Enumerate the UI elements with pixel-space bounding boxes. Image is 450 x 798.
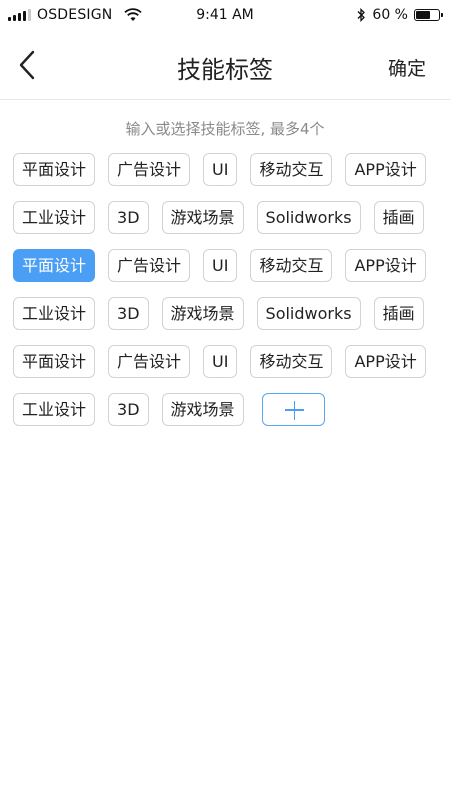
skill-tag[interactable]: 3D (108, 297, 149, 330)
battery-percent: 60 % (372, 7, 408, 23)
tag-row: 平面设计 广告设计 UI 移动交互 APP设计 (13, 249, 443, 282)
skill-tag[interactable]: APP设计 (345, 153, 426, 186)
page-title: 技能标签 (177, 56, 273, 84)
skill-tag[interactable]: UI (203, 153, 238, 186)
skill-tag[interactable]: 插画 (373, 297, 424, 330)
tag-row: 工业设计 3D 游戏场景 (13, 393, 443, 426)
skill-tag[interactable]: 3D (108, 393, 149, 426)
status-bar: OSDESIGN 9:41 AM 60 % (0, 0, 450, 32)
nav-bar: 技能标签 确定 (0, 32, 450, 100)
tag-row: 平面设计 广告设计 UI 移动交互 APP设计 (13, 345, 443, 378)
battery-icon (414, 9, 443, 21)
skill-tag[interactable]: UI (203, 249, 238, 282)
skill-tag[interactable]: 移动交互 (250, 345, 333, 378)
skill-tag[interactable]: 移动交互 (250, 153, 333, 186)
tag-row: 工业设计 3D 游戏场景 Solidworks 插画 (13, 201, 443, 234)
confirm-button[interactable]: 确定 (388, 54, 426, 81)
skill-tag[interactable]: 3D (108, 201, 149, 234)
tag-list: 平面设计 广告设计 UI 移动交互 APP设计 工业设计 3D 游戏场景 Solidworks 插… (13, 153, 443, 441)
skill-tag[interactable]: 平面设计 (13, 249, 96, 282)
tag-row: 平面设计 广告设计 UI 移动交互 APP设计 (13, 153, 443, 186)
hint-text: 输入或选择技能标签, 最多4个 (125, 120, 325, 138)
skill-tag[interactable]: APP设计 (345, 345, 426, 378)
bluetooth-icon (357, 8, 366, 22)
skill-tag[interactable]: APP设计 (345, 249, 426, 282)
skill-tag[interactable]: 游戏场景 (161, 201, 244, 234)
skill-tag[interactable]: 游戏场景 (161, 393, 244, 426)
skill-tag[interactable]: 工业设计 (13, 201, 96, 234)
skill-tag[interactable]: 工业设计 (13, 393, 96, 426)
tag-row: 工业设计 3D 游戏场景 Solidworks 插画 (13, 297, 443, 330)
skill-tag[interactable]: 广告设计 (108, 345, 191, 378)
skill-tag[interactable]: 移动交互 (250, 249, 333, 282)
skill-tag[interactable]: 平面设计 (13, 345, 96, 378)
skill-tag[interactable]: 游戏场景 (161, 297, 244, 330)
skill-tag[interactable]: 插画 (373, 201, 424, 234)
skill-tag[interactable]: 广告设计 (108, 153, 191, 186)
skill-tag[interactable]: UI (203, 345, 238, 378)
add-tag-button[interactable] (261, 393, 325, 426)
skill-tag[interactable]: Solidworks (256, 201, 361, 234)
skill-tag[interactable]: 广告设计 (108, 249, 191, 282)
skill-tag[interactable]: Solidworks (256, 297, 361, 330)
status-right: 60 % (356, 7, 443, 23)
skill-tag[interactable]: 平面设计 (13, 153, 96, 186)
skill-tag[interactable]: 工业设计 (13, 297, 96, 330)
